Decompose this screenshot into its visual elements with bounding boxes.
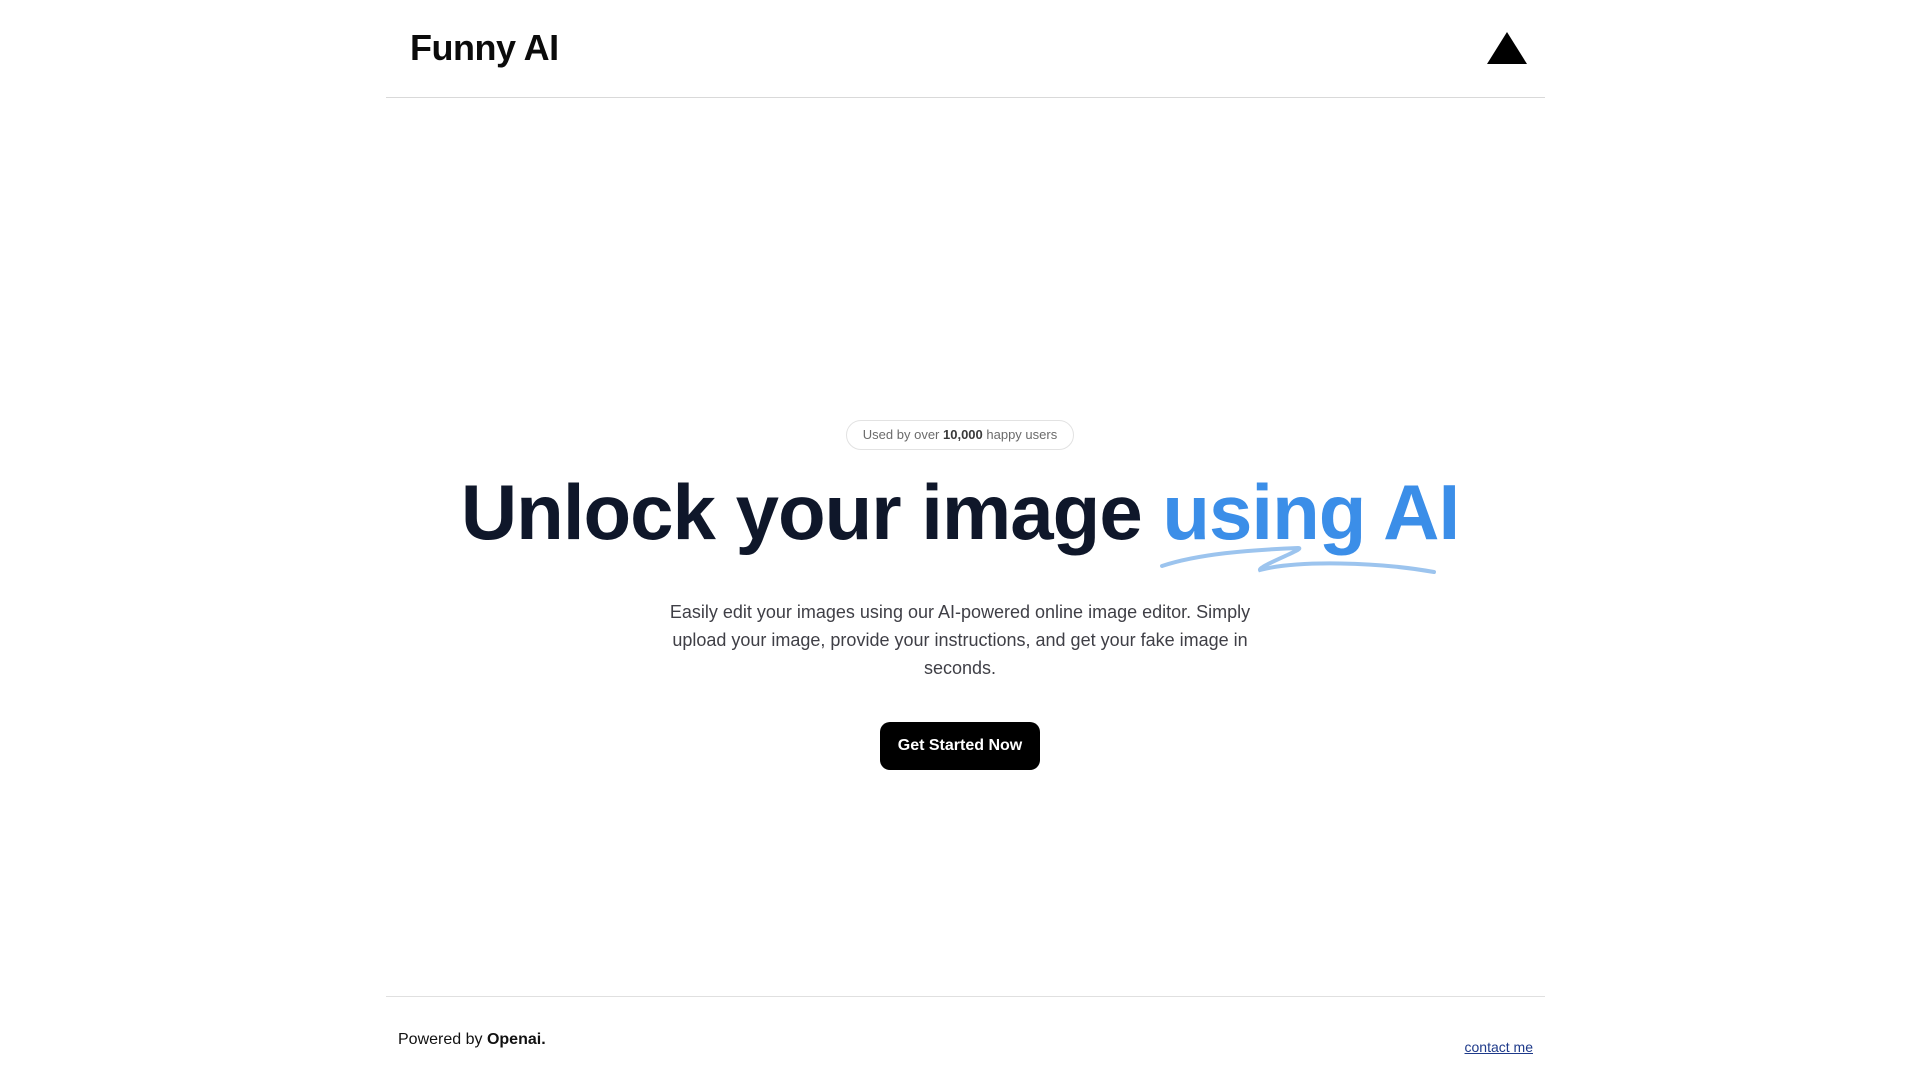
hero-headline: Unlock your image using AI <box>460 464 1460 574</box>
powered-by-prefix: Powered by <box>398 1031 483 1048</box>
headline-main: Unlock your image <box>460 468 1143 556</box>
powered-by-text: Powered by Openai. <box>398 1031 546 1049</box>
headline-wrapper: Unlock your image using AI <box>0 464 1920 574</box>
powered-by-brand: Openai. <box>486 1031 546 1048</box>
brand-logo-link[interactable]: Funny AI <box>410 26 559 70</box>
deploy-link[interactable] <box>1485 28 1529 68</box>
headline-accent-text: using AI <box>1162 468 1460 556</box>
usage-badge-prefix: Used by over <box>862 427 940 442</box>
triangle-logo-icon <box>1487 32 1527 64</box>
contact-link[interactable]: contact me <box>1465 1039 1533 1055</box>
usage-badge-suffix: happy users <box>986 427 1058 442</box>
hero-section: Used by over 10,000 happy users Unlock y… <box>0 420 1920 770</box>
page: Funny AI Used by over 10,000 happy users… <box>0 0 1920 1080</box>
hero-description: Easily edit your images using our AI-pow… <box>669 602 1251 678</box>
usage-badge-count: 10,000 <box>943 427 983 442</box>
site-footer: Powered by Openai. contact me <box>386 996 1545 1080</box>
usage-badge: Used by over 10,000 happy users <box>845 420 1075 450</box>
site-header: Funny AI <box>386 0 1545 98</box>
get-started-button[interactable]: Get Started Now <box>879 722 1041 770</box>
headline-accent: using AI <box>1160 464 1460 574</box>
